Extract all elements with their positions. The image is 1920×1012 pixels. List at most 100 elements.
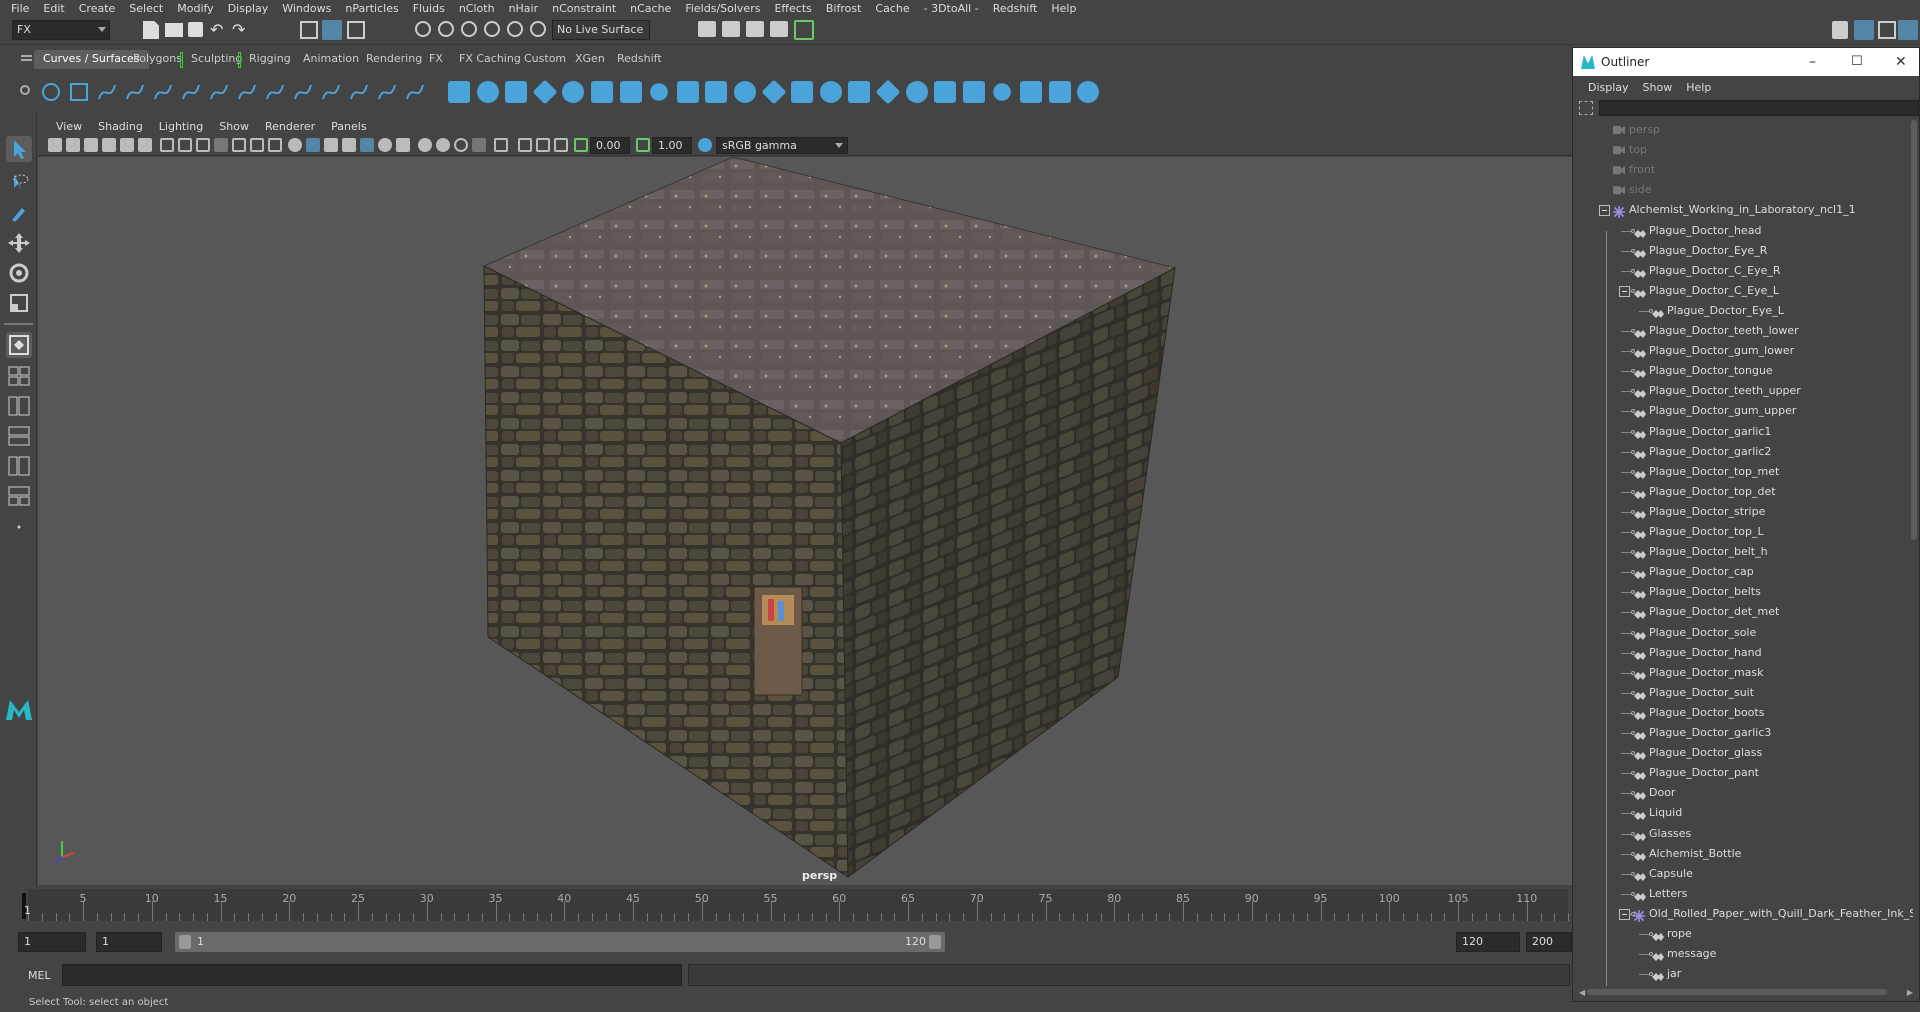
tool-settings-icon[interactable] bbox=[1878, 21, 1896, 39]
outliner-item[interactable]: Plague_Doctor_gum_upper bbox=[1573, 401, 1913, 421]
shelf-menu-icon[interactable] bbox=[21, 55, 32, 57]
outliner-item[interactable]: Plague_Doctor_C_Eye_R bbox=[1573, 261, 1913, 281]
outliner-item[interactable]: Plague_Doctor_garlic2 bbox=[1573, 442, 1913, 462]
curve-rebuild-icon[interactable] bbox=[348, 81, 370, 103]
panel-menu-lighting[interactable]: Lighting bbox=[151, 120, 211, 133]
trim-tool-icon[interactable] bbox=[875, 79, 901, 105]
rebuild-surface-icon[interactable] bbox=[1077, 81, 1100, 103]
menu-nhair[interactable]: nHair bbox=[502, 2, 546, 15]
colorspace-dropdown[interactable]: sRGB gamma bbox=[716, 137, 848, 154]
outliner-search-field[interactable] bbox=[1599, 100, 1919, 116]
outliner-item[interactable]: Plague_Doctor_Eye_R bbox=[1573, 241, 1913, 261]
snap-view-plane-icon[interactable] bbox=[507, 21, 523, 37]
menu-edit[interactable]: Edit bbox=[36, 2, 71, 15]
outliner-item[interactable]: Plague_Doctor_belt_h bbox=[1573, 542, 1913, 562]
outliner-item[interactable]: Glasses bbox=[1573, 824, 1913, 844]
safe-title-icon[interactable] bbox=[268, 138, 282, 152]
modeling-toolkit-icon[interactable] bbox=[1832, 21, 1848, 39]
outliner-item[interactable]: Plague_Doctor_teeth_lower bbox=[1573, 321, 1913, 341]
save-scene-icon[interactable] bbox=[188, 22, 203, 37]
time-ruler[interactable]: 5 10 15 20 25 30 35 40 45 50 55 60 65 70 75 80 85 90 95 100… bbox=[28, 889, 1569, 921]
curve-intersect-icon[interactable] bbox=[208, 81, 230, 103]
stitch-icon[interactable] bbox=[1020, 81, 1042, 103]
outliner-horizontal-scrollbar[interactable] bbox=[1587, 989, 1887, 995]
outliner-item[interactable]: Plague_Doctor_gum_lower bbox=[1573, 341, 1913, 361]
outliner-item[interactable]: Plague_Doctor_C_Eye_L bbox=[1573, 281, 1913, 301]
outliner-item[interactable]: Alchemist_Bottle bbox=[1573, 844, 1913, 864]
outliner-menu-help[interactable]: Help bbox=[1679, 81, 1718, 94]
outliner-item[interactable]: Plague_Doctor_suit bbox=[1573, 683, 1913, 703]
wireframe-on-shaded-icon[interactable] bbox=[324, 138, 338, 152]
make-live-icon[interactable] bbox=[530, 21, 546, 37]
menu-nparticles[interactable]: nParticles bbox=[338, 2, 405, 15]
planar-icon[interactable] bbox=[676, 81, 699, 103]
square-surface-icon[interactable] bbox=[791, 81, 814, 103]
menu-3dtoall[interactable]: - 3DtoAll - bbox=[917, 2, 986, 15]
outliner-item[interactable]: Plague_Doctor_glass bbox=[1573, 743, 1913, 763]
scroll-left-icon[interactable]: ◀ bbox=[1579, 988, 1585, 997]
detach-surface-icon[interactable] bbox=[962, 81, 985, 103]
animation-end-field[interactable]: 200 bbox=[1526, 932, 1572, 952]
shelf-tab-rigging[interactable]: Rigging bbox=[240, 50, 300, 69]
panel-menu-shading[interactable]: Shading bbox=[90, 120, 151, 133]
safe-action-icon[interactable] bbox=[250, 138, 264, 152]
screen-space-ao-icon[interactable] bbox=[396, 138, 410, 152]
outliner-item[interactable]: message bbox=[1573, 944, 1913, 964]
move-tool-icon[interactable] bbox=[6, 230, 32, 256]
redo-icon[interactable]: ↷ bbox=[232, 20, 245, 39]
select-tool-icon[interactable] bbox=[6, 136, 32, 162]
menu-windows[interactable]: Windows bbox=[275, 2, 338, 15]
outliner-item[interactable]: Plague_Doctor_top_det bbox=[1573, 482, 1913, 502]
hypershade-persp-layout-icon[interactable] bbox=[6, 454, 32, 478]
shadows-icon[interactable] bbox=[378, 138, 392, 152]
time-slider[interactable]: 5 10 15 20 25 30 35 40 45 50 55 60 65 70 75 80 85 90 95 100… bbox=[0, 889, 1575, 923]
snap-grid-icon[interactable] bbox=[415, 21, 431, 37]
outliner-item[interactable]: jar bbox=[1573, 964, 1913, 984]
menu-cache[interactable]: Cache bbox=[868, 2, 916, 15]
animation-start-field[interactable]: 1 bbox=[18, 932, 86, 952]
depth-of-field-icon[interactable] bbox=[454, 138, 468, 152]
curve-attach-icon[interactable] bbox=[236, 81, 258, 103]
nurbs-torus-icon[interactable] bbox=[591, 81, 613, 103]
outliner-item[interactable]: Plague_Doctor_teeth_upper bbox=[1573, 381, 1913, 401]
exposure-field[interactable]: 0.00 bbox=[590, 137, 630, 154]
resolution-gate-icon[interactable] bbox=[196, 138, 210, 152]
backface-culling-icon[interactable] bbox=[554, 138, 568, 152]
outliner-item[interactable]: Plague_Doctor_garlic3 bbox=[1573, 723, 1913, 743]
nurbs-cone-icon[interactable] bbox=[532, 79, 558, 105]
range-slider[interactable]: 1 120 bbox=[175, 932, 945, 952]
snap-projected-center-icon[interactable] bbox=[484, 21, 500, 37]
channel-box-icon[interactable] bbox=[1898, 20, 1918, 40]
snap-point-icon[interactable] bbox=[461, 21, 477, 37]
curve-extend-icon[interactable] bbox=[404, 81, 426, 103]
gamma-field[interactable]: 1.00 bbox=[652, 137, 692, 154]
outliner-item[interactable]: Plague_Doctor_det_met bbox=[1573, 602, 1913, 622]
cv-curve-icon[interactable] bbox=[96, 81, 118, 103]
live-surface-field[interactable]: No Live Surface bbox=[552, 20, 650, 40]
outliner-item[interactable]: Letters bbox=[1573, 884, 1913, 904]
attribute-editor-icon[interactable] bbox=[1854, 20, 1874, 40]
wireframe-icon[interactable] bbox=[288, 138, 302, 152]
hypershade-icon[interactable] bbox=[794, 20, 814, 40]
surface-fillet-icon[interactable] bbox=[989, 79, 1015, 105]
outliner-item[interactable]: Plague_Doctor_cap bbox=[1573, 562, 1913, 582]
outliner-item[interactable]: Liquid bbox=[1573, 803, 1913, 823]
snap-curve-icon[interactable] bbox=[438, 21, 454, 37]
bevel-plus-icon[interactable] bbox=[819, 81, 842, 103]
ep-curve-icon[interactable] bbox=[124, 81, 146, 103]
isolate-select-icon[interactable] bbox=[472, 138, 486, 152]
open-scene-icon[interactable] bbox=[165, 23, 183, 37]
range-start-handle[interactable] bbox=[179, 935, 191, 949]
shelf-tab-xgen[interactable]: XGen bbox=[566, 50, 614, 69]
menu-nconstraint[interactable]: nConstraint bbox=[545, 2, 623, 15]
select-by-component-icon[interactable] bbox=[347, 21, 365, 39]
menu-select[interactable]: Select bbox=[122, 2, 170, 15]
smooth-shade-icon[interactable] bbox=[306, 138, 320, 152]
camera-attributes-icon[interactable] bbox=[66, 138, 80, 152]
gate-mask-icon[interactable] bbox=[214, 138, 228, 152]
exposure-icon[interactable] bbox=[574, 138, 588, 152]
toolbox-more-icon[interactable] bbox=[6, 518, 32, 536]
use-all-lights-icon[interactable] bbox=[360, 138, 374, 152]
playback-end-field[interactable]: 120 bbox=[1456, 932, 1520, 952]
outliner-item[interactable]: Plague_Doctor_hand bbox=[1573, 643, 1913, 663]
